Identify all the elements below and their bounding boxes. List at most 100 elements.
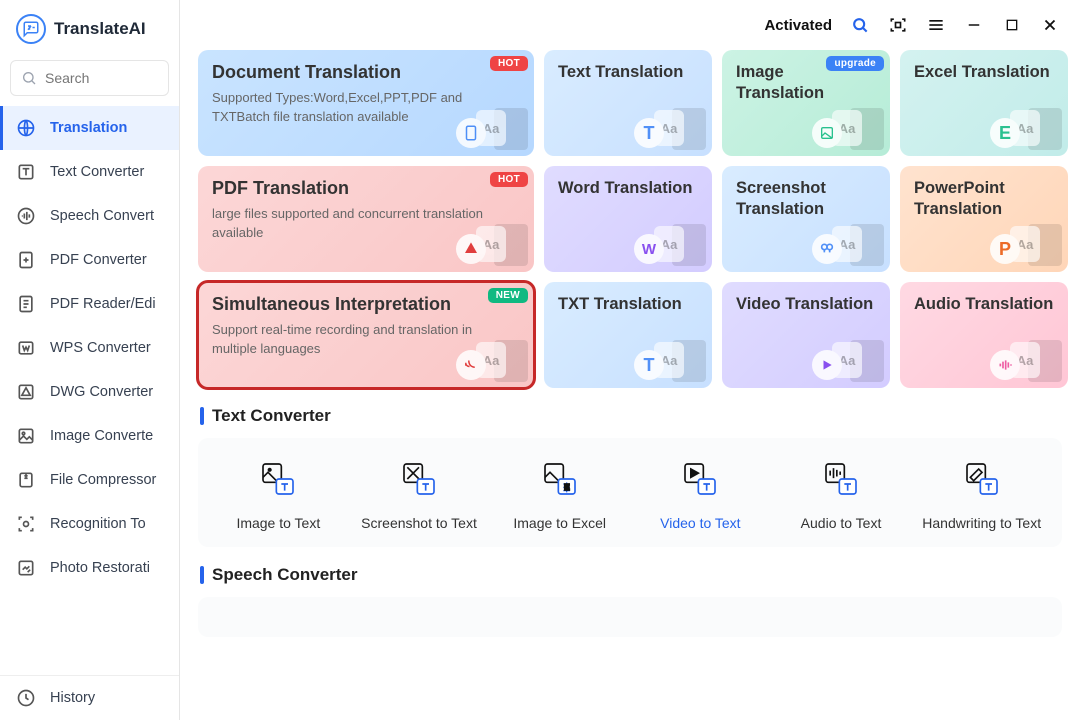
audio-to-text-icon (820, 458, 862, 500)
card-title: TXT Translation (558, 294, 698, 315)
sidebar-item-label: Photo Restorati (50, 560, 150, 576)
image-to-text-icon (257, 458, 299, 500)
card-title: PDF Translation (212, 178, 520, 199)
sidebar-item-file-compressor[interactable]: File Compressor (0, 458, 179, 502)
handwriting-to-text-icon (961, 458, 1003, 500)
sidebar-item-history[interactable]: History (0, 676, 179, 720)
card-simultaneous-interpretation[interactable]: NEW Simultaneous Interpretation Support … (198, 282, 534, 388)
sidebar-item-label: Translation (50, 120, 127, 136)
menu-icon[interactable] (926, 15, 946, 35)
card-audio-translation[interactable]: Audio Translation Aa (900, 282, 1068, 388)
topbar: Activated (198, 0, 1062, 50)
section-bar (200, 407, 204, 425)
card-video-translation[interactable]: Video Translation Aa (722, 282, 890, 388)
card-deco: Aa (990, 322, 1062, 382)
text-icon (16, 162, 36, 182)
sidebar-item-dwg-converter[interactable]: DWG Converter (0, 370, 179, 414)
search-input[interactable] (45, 70, 158, 86)
card-deco: Aa (456, 206, 528, 266)
sidebar-item-photo-restoration[interactable]: Photo Restorati (0, 546, 179, 590)
sidebar-item-label: PDF Converter (50, 252, 147, 268)
card-image-translation[interactable]: upgrade Image Translation Aa (722, 50, 890, 156)
tool-video-to-text[interactable]: Video to Text (630, 458, 771, 533)
sidebar-item-label: WPS Converter (50, 340, 151, 356)
sidebar-item-image-converter[interactable]: Image Converte (0, 414, 179, 458)
scan-icon (16, 514, 36, 534)
card-powerpoint-translation[interactable]: PowerPoint Translation AaP (900, 166, 1068, 272)
cards-row-1: HOT Document Translation Supported Types… (198, 50, 1062, 156)
tool-label: Video to Text (630, 514, 771, 533)
card-deco: AaW (634, 206, 706, 266)
pdf-read-icon (16, 294, 36, 314)
sidebar-item-translation[interactable]: Translation (0, 106, 179, 150)
tool-audio-to-text[interactable]: Audio to Text (771, 458, 912, 533)
tool-handwriting-to-text[interactable]: Handwriting to Text (911, 458, 1052, 533)
tool-label: Audio to Text (771, 514, 912, 533)
card-desc: large files supported and concurrent tra… (212, 205, 483, 243)
dwg-icon (16, 382, 36, 402)
card-word-translation[interactable]: Word Translation AaW (544, 166, 712, 272)
card-document-translation[interactable]: HOT Document Translation Supported Types… (198, 50, 534, 156)
card-desc: Support real-time recording and translat… (212, 321, 483, 359)
sidebar-item-label: PDF Reader/Edi (50, 296, 156, 312)
search-icon (21, 70, 37, 86)
card-title: Text Translation (558, 62, 698, 83)
sidebar-item-label: History (50, 690, 95, 706)
close-icon[interactable] (1040, 15, 1060, 35)
screenshot-to-text-icon (398, 458, 440, 500)
card-deco: Aa (812, 90, 884, 150)
app-name: TranslateAI (54, 19, 146, 39)
sidebar-item-text-converter[interactable]: Text Converter (0, 150, 179, 194)
sidebar-item-label: File Compressor (50, 472, 156, 488)
tool-image-to-text[interactable]: Image to Text (208, 458, 349, 533)
card-deco: Aa (812, 322, 884, 382)
card-deco: Aa (456, 90, 528, 150)
compress-icon (16, 470, 36, 490)
card-title: Excel Translation (914, 62, 1054, 83)
sidebar-item-label: Text Converter (50, 164, 144, 180)
card-desc: Supported Types:Word,Excel,PPT,PDF and T… (212, 89, 483, 127)
search-input-box[interactable] (10, 60, 169, 96)
badge-hot: HOT (490, 172, 528, 187)
card-text-translation[interactable]: Text Translation AaT (544, 50, 712, 156)
card-title: Video Translation (736, 294, 876, 315)
tools-row: Image to Text Screenshot to Text E Image… (198, 438, 1062, 547)
tool-screenshot-to-text[interactable]: Screenshot to Text (349, 458, 490, 533)
nav-list: Translation Text Converter Speech Conver… (0, 106, 179, 675)
card-pdf-translation[interactable]: HOT PDF Translation large files supporte… (198, 166, 534, 272)
badge-hot: HOT (490, 56, 528, 71)
card-screenshot-translation[interactable]: Screenshot Translation Aa (722, 166, 890, 272)
speech-tools-row (198, 597, 1062, 637)
sidebar: TranslateAI Translation Text Converter S… (0, 0, 180, 720)
card-title: Document Translation (212, 62, 520, 83)
card-deco: AaE (990, 90, 1062, 150)
image-to-excel-icon: E (539, 458, 581, 500)
card-deco: AaP (990, 206, 1062, 266)
card-title: Word Translation (558, 178, 698, 199)
restore-icon (16, 558, 36, 578)
video-to-text-icon (679, 458, 721, 500)
sidebar-item-pdf-converter[interactable]: PDF Converter (0, 238, 179, 282)
section-header-text-converter: Text Converter (200, 406, 1062, 426)
minimize-icon[interactable] (964, 15, 984, 35)
card-txt-translation[interactable]: TXT Translation AaT (544, 282, 712, 388)
sidebar-item-speech-convert[interactable]: Speech Convert (0, 194, 179, 238)
maximize-icon[interactable] (1002, 15, 1022, 35)
badge-upgrade: upgrade (826, 56, 884, 71)
card-excel-translation[interactable]: Excel Translation AaE (900, 50, 1068, 156)
image-icon (16, 426, 36, 446)
card-deco: Aa (812, 206, 884, 266)
search-top-icon[interactable] (850, 15, 870, 35)
tool-label: Image to Excel (489, 514, 630, 533)
sidebar-item-recognition[interactable]: Recognition To (0, 502, 179, 546)
sidebar-item-wps-converter[interactable]: WPS Converter (0, 326, 179, 370)
tool-label: Image to Text (208, 514, 349, 533)
tool-image-to-excel[interactable]: E Image to Excel (489, 458, 630, 533)
sidebar-item-pdf-reader[interactable]: PDF Reader/Edi (0, 282, 179, 326)
card-title: Simultaneous Interpretation (212, 294, 520, 315)
section-bar (200, 566, 204, 584)
sidebar-item-label: DWG Converter (50, 384, 153, 400)
screenshot-icon[interactable] (888, 15, 908, 35)
sidebar-item-label: Speech Convert (50, 208, 154, 224)
app-logo: TranslateAI (0, 0, 179, 54)
